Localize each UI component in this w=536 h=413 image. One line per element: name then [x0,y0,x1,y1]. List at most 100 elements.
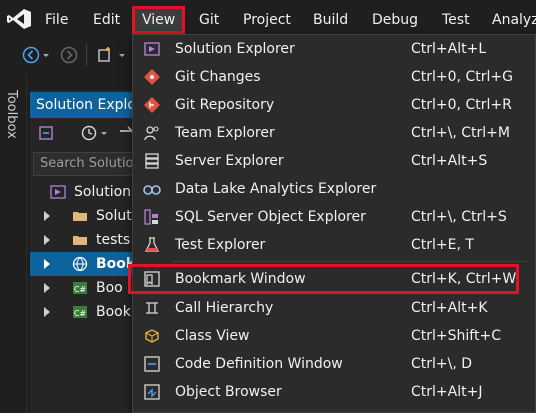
data-lake-icon [143,185,161,195]
history-dropdown-icon[interactable] [100,124,108,142]
solution-explorer-icon [144,42,160,56]
csharp-project-icon: C# [73,282,87,294]
menu-separator [172,261,527,262]
menu-item-shortcut: Ctrl+0, Ctrl+R [411,97,512,113]
menu-item-call-hierarchy[interactable]: Call Hierarchy Ctrl+Alt+K [133,294,535,322]
menu-item-label: Code Definition Window [175,356,343,372]
code-definition-icon [144,356,160,372]
web-project-icon [72,256,88,272]
csharp-project-icon: C# [73,306,87,318]
tree-row[interactable]: tests [30,228,140,252]
tree-row-selected[interactable]: Book [30,252,140,276]
menu-bar: File Edit View Git Project Build Debug T… [0,0,536,38]
menu-item-shortcut: Ctrl+\, Ctrl+S [411,209,507,225]
expand-arrow-icon[interactable] [44,259,50,269]
menu-build[interactable]: Build [313,9,348,31]
menu-item-server-explorer[interactable]: Server Explorer Ctrl+Alt+S [133,147,535,175]
tree-row[interactable]: Solut [30,204,140,228]
git-repository-icon [144,97,160,113]
menu-view[interactable]: View [131,6,186,34]
toolbar-separator [86,44,87,66]
menu-project[interactable]: Project [243,9,291,31]
menu-item-shortcut: Ctrl+\, D [411,356,473,372]
menu-edit[interactable]: Edit [93,9,120,31]
menu-item-code-definition-window[interactable]: Code Definition Window Ctrl+\, D [133,350,535,378]
team-explorer-icon [144,126,159,141]
menu-item-label: Server Explorer [175,153,284,169]
git-changes-icon [144,69,160,85]
menu-item-bookmark-window[interactable]: Bookmark Window Ctrl+K, Ctrl+W [128,264,519,294]
menu-item-solution-explorer[interactable]: Solution Explorer Ctrl+Alt+L [133,35,535,63]
menu-item-object-browser[interactable]: Object Browser Ctrl+Alt+J [133,378,535,406]
menu-item-git-repository[interactable]: Git Repository Ctrl+0, Ctrl+R [133,91,535,119]
menu-analyze[interactable]: Analyz [492,9,536,31]
menu-test[interactable]: Test [442,9,470,31]
expand-arrow-icon[interactable] [44,307,50,317]
menu-item-shortcut: Ctrl+E, T [411,237,474,253]
tree-item-label: tests [96,232,131,248]
svg-text:C#: C# [74,309,87,318]
tree-item-label: Boo [96,280,123,296]
solution-search-input[interactable]: Search Solutio [33,152,140,176]
object-browser-icon [144,384,160,400]
menu-item-label: Data Lake Analytics Explorer [175,181,377,197]
switch-views-icon[interactable] [38,124,56,142]
menu-item-shortcut: Ctrl+0, Ctrl+G [411,69,513,85]
tree-row[interactable]: C# Book [30,300,140,324]
menu-item-label: Solution Explorer [175,41,295,57]
expand-arrow-icon[interactable] [44,211,50,221]
toolbox-tab[interactable]: Toolbox [4,90,19,139]
menu-debug[interactable]: Debug [372,9,418,31]
class-view-icon [145,329,159,343]
menu-item-shortcut: Ctrl+Alt+L [411,41,487,57]
new-project-dropdown-icon[interactable] [118,46,126,64]
solution-icon [50,185,66,199]
menu-item-label: Test Explorer [175,237,266,253]
bookmark-window-icon [144,271,160,287]
menu-item-team-explorer[interactable]: Team Explorer Ctrl+\, Ctrl+M [133,119,535,147]
call-hierarchy-icon [146,302,158,314]
menu-item-data-lake-analytics-explorer[interactable]: Data Lake Analytics Explorer [133,175,535,203]
tree-row[interactable]: Solution [30,180,140,204]
menu-item-test-explorer[interactable]: Test Explorer Ctrl+E, T [133,231,535,259]
menu-item-label: SQL Server Object Explorer [175,209,366,225]
test-explorer-icon [144,237,160,252]
menu-item-label: Class View [175,328,250,344]
menu-item-git-changes[interactable]: Git Changes Ctrl+0, Ctrl+G [133,63,535,91]
menu-item-shortcut: Ctrl+Alt+J [411,384,483,400]
menu-git[interactable]: Git [199,9,219,31]
server-explorer-icon [145,153,159,169]
tree-row[interactable]: C# Boo [30,276,140,300]
new-project-icon[interactable] [96,46,114,64]
menu-item-label: Team Explorer [175,125,275,141]
expand-arrow-icon[interactable] [44,235,50,245]
svg-text:C#: C# [74,285,87,294]
navigate-forward-icon[interactable] [60,46,78,64]
solution-explorer-toolbar [30,118,140,148]
menu-item-label: Git Repository [175,97,275,113]
tree-item-label: Solution [74,184,132,200]
tree-item-label: Book [96,304,131,320]
navigate-back-icon[interactable] [22,46,40,64]
menu-item-label: Bookmark Window [175,271,306,287]
menu-item-shortcut: Ctrl+Alt+K [411,300,488,316]
menu-item-label: Call Hierarchy [175,300,274,316]
visual-studio-logo-icon[interactable] [6,8,32,30]
menu-item-shortcut: Ctrl+Alt+S [411,153,488,169]
solution-explorer-title[interactable]: Solution Explor [30,92,140,118]
menu-item-label: Git Changes [175,69,261,85]
expand-arrow-icon[interactable] [44,283,50,293]
folder-icon [73,236,87,245]
menu-item-class-view[interactable]: Class View Ctrl+Shift+C [133,322,535,350]
menu-file[interactable]: File [45,9,68,31]
history-icon[interactable] [80,124,98,142]
menu-item-sql-server-object-explorer[interactable]: SQL Server Object Explorer Ctrl+\, Ctrl+… [133,203,535,231]
menu-item-shortcut: Ctrl+\, Ctrl+M [411,125,510,141]
menu-item-shortcut: Ctrl+Shift+C [411,328,501,344]
menu-item-shortcut: Ctrl+K, Ctrl+W [411,271,517,287]
menu-item-label: Object Browser [175,384,282,400]
folder-icon [73,212,87,221]
sql-server-icon [144,209,158,225]
back-dropdown-icon[interactable] [42,46,50,64]
tree-item-label: Solut [96,208,132,224]
